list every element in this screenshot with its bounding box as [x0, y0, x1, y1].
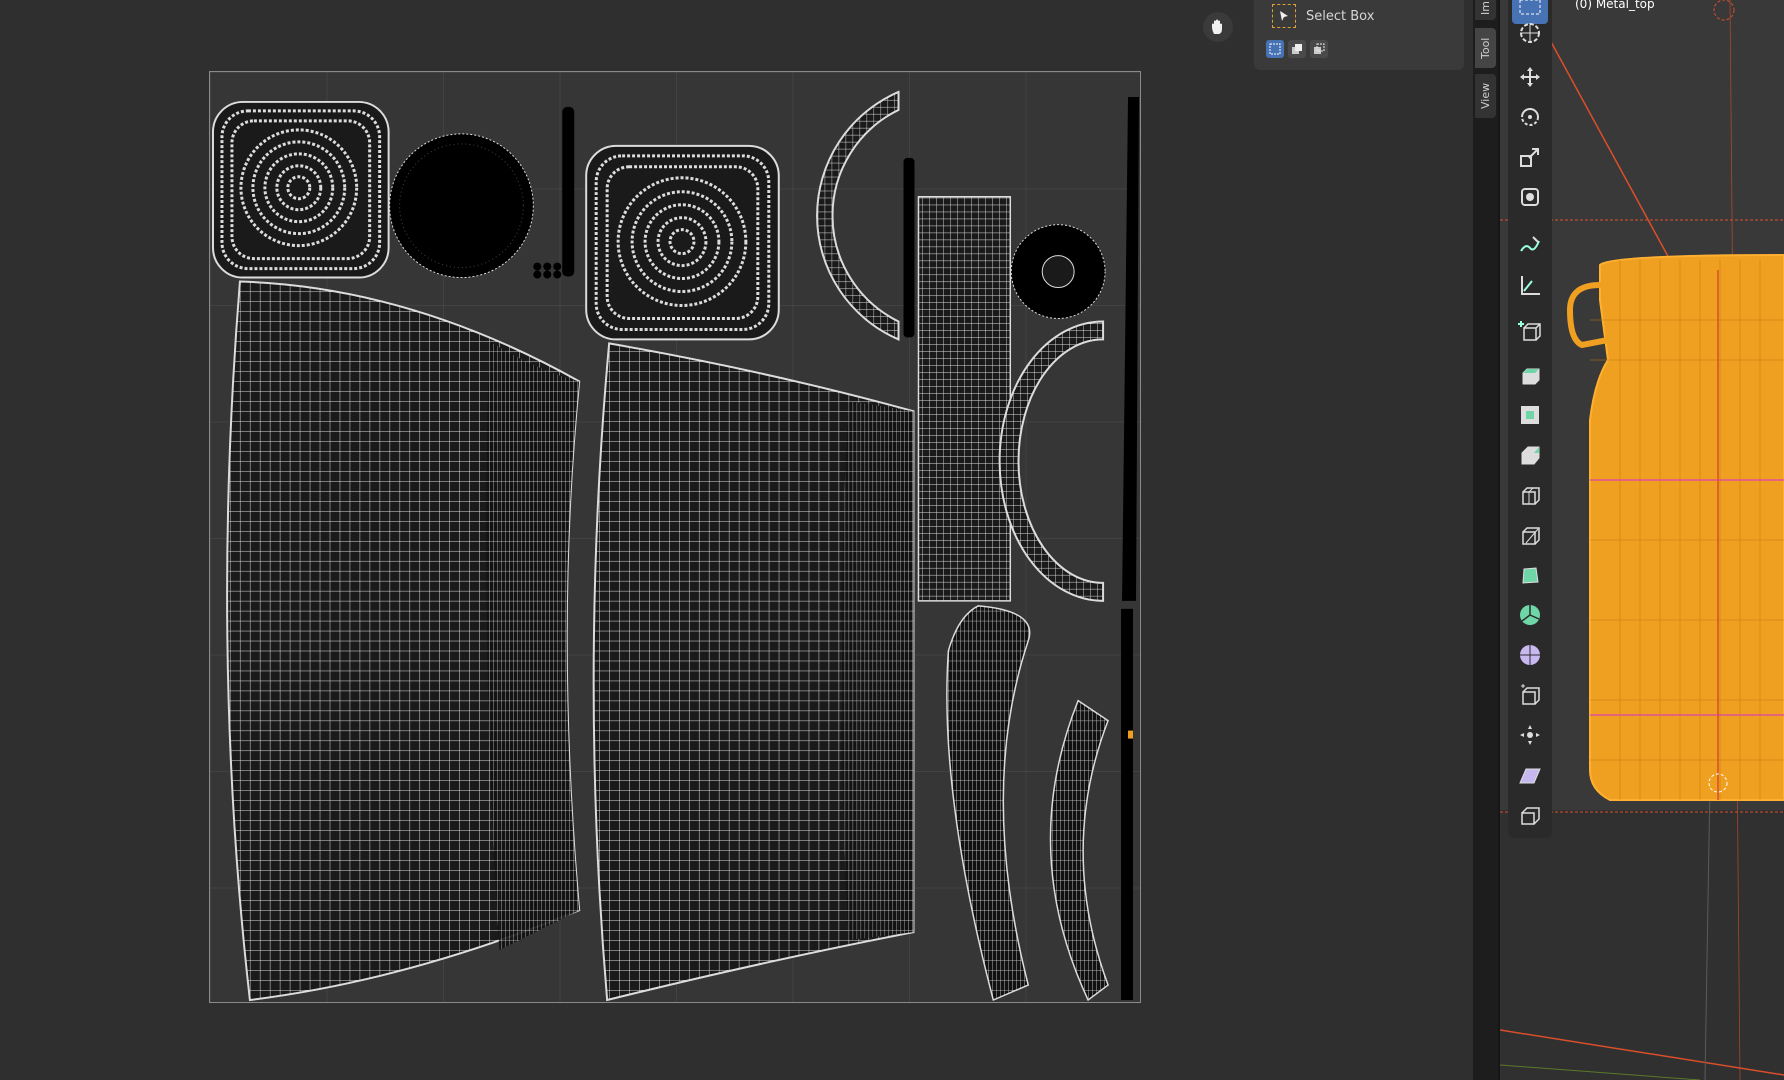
- set-mode-icon[interactable]: [1266, 40, 1284, 58]
- active-tool-panel: Select Box: [1254, 0, 1464, 70]
- smooth-icon[interactable]: [1512, 638, 1548, 672]
- select-box-icon[interactable]: [1272, 4, 1296, 28]
- tab-tool[interactable]: Tool: [1475, 28, 1496, 68]
- uv-island-disc[interactable]: [389, 133, 534, 279]
- uv-island-curve-bottom-right[interactable]: [1049, 699, 1109, 1002]
- uv-island-ring[interactable]: [1010, 224, 1106, 319]
- hand-icon: [1212, 19, 1222, 34]
- poly-build-icon[interactable]: [1512, 558, 1548, 592]
- uv-island-lid-left[interactable]: [211, 100, 390, 279]
- uv-island-lid-middle[interactable]: [585, 144, 780, 341]
- move-icon[interactable]: [1512, 60, 1548, 94]
- uv-island-rect[interactable]: [917, 195, 1012, 602]
- uv-island-strip-small[interactable]: [533, 106, 575, 279]
- 3d-viewport[interactable]: (0) Metal_top: [1500, 0, 1784, 1080]
- add-cube-icon[interactable]: [1512, 314, 1548, 348]
- annotate-icon[interactable]: [1512, 228, 1548, 262]
- tab-view[interactable]: View: [1475, 74, 1496, 118]
- loop-cut-icon[interactable]: [1512, 478, 1548, 512]
- viewport-toolbar: [1508, 0, 1552, 838]
- inset-icon[interactable]: [1512, 398, 1548, 432]
- shrink-fatten-icon[interactable]: [1512, 718, 1548, 752]
- uv-island-strip-tall[interactable]: [903, 157, 915, 338]
- scale-icon[interactable]: [1512, 140, 1548, 174]
- shear-icon[interactable]: [1512, 758, 1548, 792]
- extend-mode-icon[interactable]: [1288, 40, 1306, 58]
- uv-island-body-left[interactable]: [226, 280, 581, 1002]
- uv-island-arc-top[interactable]: [816, 90, 900, 341]
- jar-object[interactable]: [1566, 0, 1784, 801]
- rip-icon[interactable]: [1512, 798, 1548, 832]
- uv-island-strip-long[interactable]: [1121, 96, 1140, 1001]
- uv-island-curve-bottom-left[interactable]: [946, 605, 1031, 1002]
- subtract-mode-icon[interactable]: [1310, 40, 1328, 58]
- cursor-icon[interactable]: [1512, 16, 1548, 50]
- uv-canvas[interactable]: [209, 71, 1141, 1003]
- bevel-icon[interactable]: [1512, 438, 1548, 472]
- uv-islands: [211, 90, 1140, 1002]
- rotate-icon[interactable]: [1512, 100, 1548, 134]
- edge-slide-icon[interactable]: [1512, 678, 1548, 712]
- uv-editor[interactable]: Select Box: [0, 0, 1473, 1080]
- spin-icon[interactable]: [1512, 598, 1548, 632]
- active-tool-name: Select Box: [1306, 8, 1375, 24]
- sidebar-tabs: Im Tool View: [1473, 0, 1498, 1080]
- object-name-label: (0) Metal_top: [1575, 0, 1655, 11]
- tab-image[interactable]: Im: [1475, 0, 1496, 20]
- pan-view-button[interactable]: [1203, 12, 1233, 42]
- extrude-icon[interactable]: [1512, 358, 1548, 392]
- uv-island-body-middle[interactable]: [592, 342, 915, 1002]
- uv-island-arc-right[interactable]: [998, 320, 1105, 602]
- measure-icon[interactable]: [1512, 268, 1548, 302]
- knife-icon[interactable]: [1512, 518, 1548, 552]
- transform-icon[interactable]: [1512, 180, 1548, 214]
